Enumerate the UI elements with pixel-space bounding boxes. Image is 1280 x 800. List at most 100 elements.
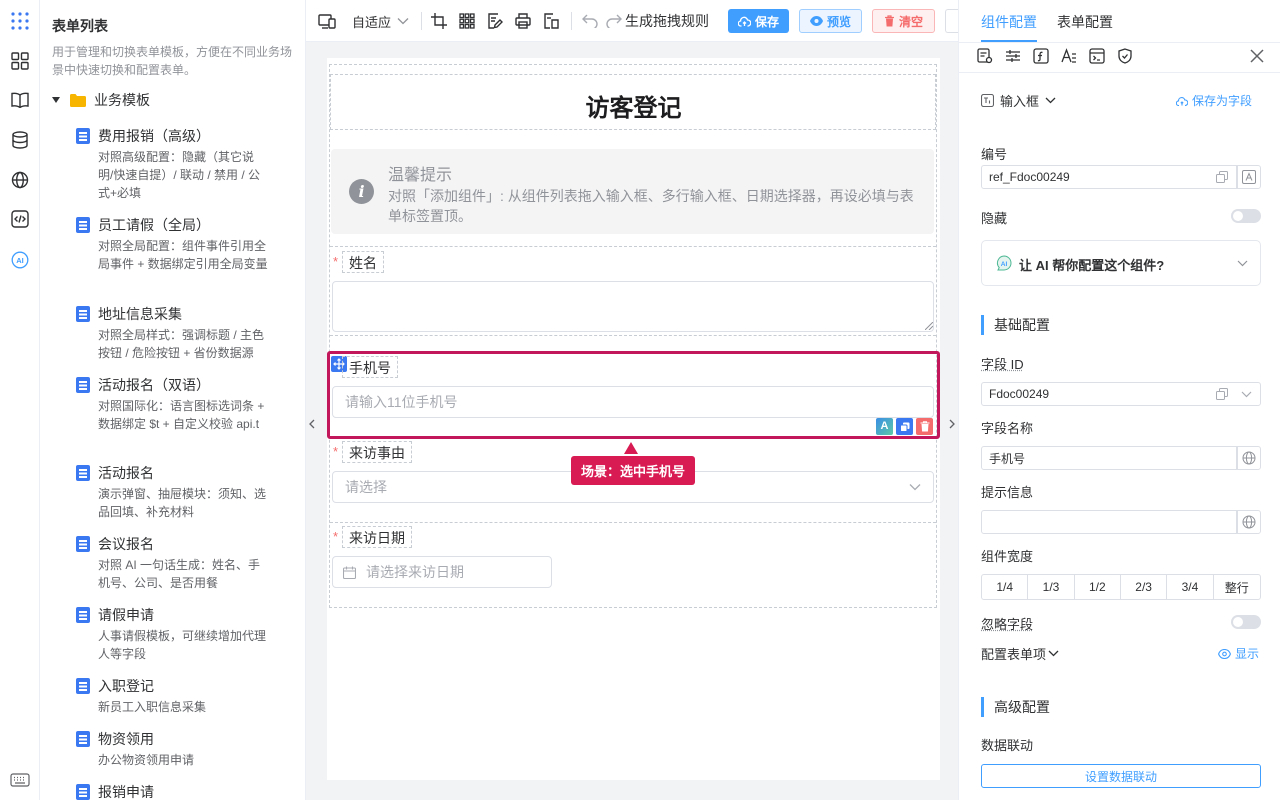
code-icon[interactable] (9, 208, 31, 230)
globe-icon[interactable] (1237, 510, 1261, 534)
component-type-label: 输入框 (1000, 91, 1039, 110)
ai-icon[interactable]: AI (9, 249, 31, 271)
swap-doc-icon[interactable] (542, 12, 560, 30)
width-option[interactable]: 整行 (1214, 575, 1260, 599)
width-option[interactable]: 1/2 (1075, 575, 1121, 599)
shield-icon[interactable] (1117, 48, 1133, 64)
device-icon[interactable] (318, 12, 336, 30)
reason-placeholder: 请选择 (345, 477, 387, 497)
chevron-down-icon[interactable] (1241, 391, 1252, 398)
field-name-input[interactable]: 手机号 (981, 446, 1237, 470)
clear-button[interactable]: 清空 (872, 9, 935, 33)
globe-icon[interactable] (1237, 446, 1261, 470)
text-style-icon[interactable] (1061, 48, 1077, 64)
crop-icon[interactable] (430, 12, 448, 30)
edit-note-icon[interactable] (486, 12, 504, 30)
chevron-right-icon (949, 419, 955, 429)
tip-text: 对照「添加组件」: 从组件列表拖入输入框、多行输入框、日期选择器，再设必填与表单… (388, 186, 918, 226)
calendar-icon (343, 566, 356, 579)
copy-icon[interactable] (896, 418, 913, 435)
config-icon-tabs (977, 48, 1133, 64)
date-placeholder: 请选择来访日期 (366, 562, 464, 582)
config-panel: 组件配置 表单配置 输入框 保存为字段 编号 ref_Fdoc00249 隐藏 … (958, 0, 1280, 800)
collapse-left-handle[interactable] (306, 404, 318, 444)
document-icon (76, 128, 90, 144)
component-type-select[interactable]: 输入框 (981, 91, 1056, 110)
template-name: 请假申请 (98, 605, 154, 625)
tab-component-config[interactable]: 组件配置 (981, 12, 1037, 32)
save-as-field-label: 保存为字段 (1192, 92, 1252, 109)
width-option[interactable]: 3/4 (1167, 575, 1213, 599)
text-format-icon[interactable] (1237, 165, 1261, 189)
name-textarea[interactable] (332, 281, 934, 332)
tab-divider (959, 42, 1280, 43)
eye-icon (810, 16, 823, 26)
hidden-toggle[interactable] (1231, 209, 1261, 223)
form-canvas: 访客登记 i 温馨提示 对照「添加组件」: 从组件列表拖入输入框、多行输入框、日… (327, 58, 940, 780)
date-picker[interactable]: 请选择来访日期 (332, 556, 552, 588)
template-description: 对照 AI 一句话生成：姓名、手机号、公司、是否用餐 (98, 556, 268, 592)
show-button[interactable]: 显示 (1218, 645, 1259, 662)
collapse-right-handle[interactable] (946, 404, 958, 444)
keyboard-icon[interactable] (9, 769, 31, 791)
delete-icon[interactable] (916, 418, 933, 435)
eye-icon (1218, 649, 1231, 659)
fit-mode-select[interactable]: 自适应 (352, 12, 409, 30)
resize-handle-icon[interactable] (925, 322, 933, 330)
document-icon (76, 731, 90, 747)
chevron-down-icon (1048, 650, 1059, 657)
function-icon[interactable] (1033, 48, 1049, 64)
ignore-field-toggle[interactable] (1231, 615, 1261, 629)
ai-assist-button[interactable]: A (876, 418, 893, 435)
document-icon (76, 217, 90, 233)
book-icon[interactable] (9, 89, 31, 111)
template-description: 对照全局样式：强调标题 / 主色按钮 / 危险按钮 + 省份数据源 (98, 326, 268, 362)
cloud-upload-icon (738, 16, 751, 27)
grid-icon[interactable] (458, 12, 476, 30)
save-as-field-button[interactable]: 保存为字段 (1176, 92, 1252, 109)
template-name: 报销申请 (98, 782, 154, 800)
document-icon (76, 465, 90, 481)
template-name: 入职登记 (98, 676, 154, 696)
sliders-icon[interactable] (1005, 48, 1021, 64)
caret-down-icon[interactable] (52, 97, 62, 103)
save-button[interactable]: 保存 (728, 9, 789, 33)
copy-icon[interactable] (1216, 388, 1228, 400)
set-linkage-button[interactable]: 设置数据联动 (981, 764, 1261, 788)
code-window-icon[interactable] (1089, 48, 1105, 64)
globe-icon[interactable] (9, 169, 31, 191)
required-asterisk: * (333, 529, 338, 544)
width-option[interactable]: 2/3 (1121, 575, 1167, 599)
copy-icon[interactable] (1216, 171, 1228, 183)
overflow-button[interactable] (945, 9, 958, 33)
close-icon[interactable] (1250, 49, 1264, 63)
redo-icon[interactable] (605, 12, 623, 30)
tree-folder-business-templates[interactable]: 业务模板 (52, 90, 150, 110)
undo-icon[interactable] (581, 12, 599, 30)
form-items-collapse[interactable]: 配置表单项 (981, 644, 1059, 663)
ai-config-collapse[interactable]: AI 让 AI 帮你配置这个组件? (981, 240, 1261, 286)
hint-input[interactable] (981, 510, 1237, 534)
phone-label: 手机号 (342, 356, 398, 378)
phone-input[interactable]: 请输入11位手机号 (332, 386, 934, 418)
template-name: 活动报名 (98, 463, 154, 483)
width-option[interactable]: 1/4 (982, 575, 1028, 599)
template-name: 活动报名（双语） (98, 375, 210, 395)
widgets-icon[interactable] (9, 50, 31, 72)
id-input[interactable]: ref_Fdoc00249 (981, 165, 1237, 189)
preview-button[interactable]: 预览 (799, 9, 862, 33)
form-settings-icon[interactable] (977, 48, 993, 64)
apps-grid-icon[interactable] (9, 10, 31, 32)
print-icon[interactable] (514, 12, 532, 30)
generate-drag-rules-button[interactable]: 生成拖拽规则 (625, 12, 709, 30)
document-icon (76, 784, 90, 800)
width-option[interactable]: 1/3 (1028, 575, 1074, 599)
tab-form-config[interactable]: 表单配置 (1057, 12, 1113, 32)
icon-tab-divider (959, 72, 1280, 73)
tooltip-arrow (624, 442, 638, 454)
template-description: 办公物资领用申请 (98, 751, 268, 769)
field-id-input[interactable]: Fdoc00249 (981, 382, 1261, 406)
reason-label: 来访事由 (342, 441, 412, 463)
toolbar-divider (571, 12, 572, 30)
database-icon[interactable] (9, 129, 31, 151)
